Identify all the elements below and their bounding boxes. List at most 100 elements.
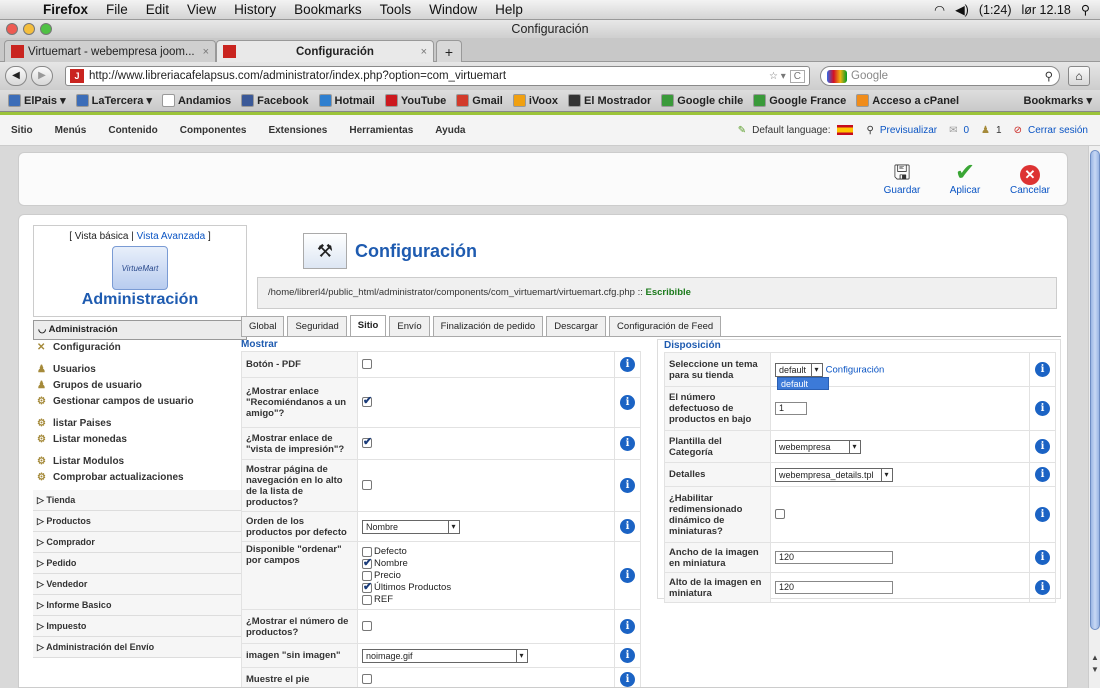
info-icon[interactable]: i <box>620 395 635 410</box>
menu-file[interactable]: File <box>97 2 137 17</box>
config-tab[interactable]: Seguridad <box>287 316 347 336</box>
bookmark-item[interactable]: Acceso a cPanel <box>856 94 959 107</box>
bookmark-star-icon[interactable]: ☆ ▾ <box>769 71 786 82</box>
footer-checkbox[interactable] <box>362 674 372 685</box>
forward-button[interactable]: ▶ <box>31 66 53 86</box>
bookmark-item[interactable]: YouTube <box>384 94 446 107</box>
sidebar-item[interactable]: ⚙ Listar monedas <box>33 432 247 448</box>
preview-link[interactable]: Previsualizar <box>880 125 937 136</box>
sidebar-item[interactable]: ✕ Configuración <box>33 340 247 356</box>
save-button[interactable]: 🖫 Guardar <box>877 161 927 196</box>
cattemplate-select[interactable]: webempresa <box>775 439 861 454</box>
menu-tools[interactable]: Tools <box>371 2 421 17</box>
thumbw-input[interactable]: 120 <box>775 551 893 564</box>
theme-dropdown-option[interactable]: default <box>777 377 829 390</box>
sidebar-item[interactable]: ⚙ Gestionar campos de usuario <box>33 394 247 410</box>
info-icon[interactable]: i <box>620 619 635 634</box>
search-icon[interactable]: ⚲ <box>1045 69 1053 83</box>
close-tab-icon[interactable]: × <box>203 46 209 58</box>
cancel-button[interactable]: ✕ Cancelar <box>1005 161 1055 196</box>
info-icon[interactable]: i <box>620 648 635 663</box>
view-basic-label[interactable]: [ Vista básica | <box>69 231 134 242</box>
menu-help[interactable]: Help <box>486 2 532 17</box>
menu-herramientas[interactable]: Herramientas <box>338 125 424 136</box>
navpage-checkbox[interactable] <box>362 480 372 491</box>
sidebar-category[interactable]: ▷ Informe Basico <box>33 595 247 616</box>
scrollbar-thumb[interactable] <box>1090 150 1100 630</box>
noimage-select[interactable]: noimage.gif <box>362 648 528 663</box>
config-tab[interactable]: Finalización de pedido <box>432 316 544 336</box>
menu-view[interactable]: View <box>178 2 225 17</box>
resize-checkbox[interactable] <box>775 509 785 520</box>
menu-contenido[interactable]: Contenido <box>97 125 168 136</box>
info-icon[interactable]: i <box>620 519 635 534</box>
bookmark-item[interactable]: Andamios <box>161 94 231 107</box>
sidebar-item[interactable]: ⚙ listar Paises <box>33 416 247 432</box>
page-scrollbar[interactable]: ▲ ▼ <box>1088 146 1100 688</box>
menu-ayuda[interactable]: Ayuda <box>424 125 476 136</box>
sidebar-item[interactable]: ♟ Grupos de usuario <box>33 378 247 394</box>
sidebar-category[interactable]: ▷ Administración del Envío <box>33 637 247 658</box>
back-button[interactable]: ◀ <box>5 66 27 86</box>
pdf-checkbox[interactable] <box>362 359 372 370</box>
url-bar[interactable]: J http://www.libreriacafelapsus.com/admi… <box>65 66 810 86</box>
bookmark-item[interactable]: Google France <box>753 94 846 107</box>
theme-select[interactable]: default <box>775 362 823 377</box>
print-checkbox[interactable] <box>362 435 372 449</box>
sidebar-item[interactable]: ⚙ Comprobar actualizaciones <box>33 470 247 486</box>
scroll-up-arrow[interactable]: ▲ <box>1089 652 1100 664</box>
search-input[interactable]: Google ⚲ <box>820 66 1060 86</box>
info-icon[interactable]: i <box>620 436 635 451</box>
home-button[interactable]: ⌂ <box>1068 66 1090 86</box>
sidebar-category[interactable]: ▷ Vendedor <box>33 574 247 595</box>
menu-extensiones[interactable]: Extensiones <box>257 125 338 136</box>
config-tab[interactable]: Envío <box>389 316 430 336</box>
bookmark-item[interactable]: Gmail <box>456 94 503 107</box>
bookmark-item[interactable]: El Mostrador <box>568 94 651 107</box>
apply-button[interactable]: ✔ Aplicar <box>940 161 990 197</box>
info-icon[interactable]: i <box>1035 580 1050 595</box>
reload-icon[interactable]: C <box>789 69 805 83</box>
menu-componentes[interactable]: Componentes <box>169 125 258 136</box>
info-icon[interactable]: i <box>620 672 635 687</box>
config-tab[interactable]: Descargar <box>546 316 607 336</box>
sidebar-category[interactable]: ▷ Pedido <box>33 553 247 574</box>
info-icon[interactable]: i <box>1035 550 1050 565</box>
config-tab[interactable]: Global <box>241 316 285 336</box>
config-tab[interactable]: Configuración de Feed <box>609 316 722 336</box>
tab-configuracion[interactable]: Configuración × <box>216 40 434 62</box>
bookmark-item[interactable]: Hotmail <box>318 94 375 107</box>
tab-virtuemart[interactable]: Virtuemart - webempresa joom... × <box>4 40 216 62</box>
close-tab-icon[interactable]: × <box>421 46 427 58</box>
wifi-icon[interactable]: ◠ <box>934 2 945 17</box>
sidebar-item[interactable]: ⚙ Listar Modulos <box>33 454 247 470</box>
spotlight-icon[interactable]: ⚲ <box>1081 2 1090 17</box>
sort-option-checkbox[interactable] <box>362 594 372 605</box>
clock[interactable]: lør 12.18 <box>1022 3 1071 17</box>
scroll-down-arrow[interactable]: ▼ <box>1089 664 1100 676</box>
sort-option-checkbox[interactable] <box>362 556 372 569</box>
info-icon[interactable]: i <box>1035 401 1050 416</box>
theme-config-link[interactable]: Configuración <box>826 364 885 375</box>
info-icon[interactable]: i <box>620 357 635 372</box>
order-select[interactable]: Nombre <box>362 519 460 534</box>
count-checkbox[interactable] <box>362 621 372 632</box>
info-icon[interactable]: i <box>620 478 635 493</box>
bookmark-item[interactable]: Facebook <box>241 94 309 107</box>
sidebar-header[interactable]: ◡ Administración <box>33 320 247 340</box>
view-advanced-link[interactable]: Vista Avanzada <box>137 231 206 242</box>
battery-status[interactable]: (1:24) <box>979 3 1012 17</box>
info-icon[interactable]: i <box>1035 439 1050 454</box>
sidebar-category[interactable]: ▷ Impuesto <box>33 616 247 637</box>
bookmark-item[interactable]: LaTercera ▾ <box>75 94 152 107</box>
menu-history[interactable]: History <box>225 2 285 17</box>
info-icon[interactable]: i <box>1035 362 1050 377</box>
volume-icon[interactable]: ◀) <box>955 2 969 17</box>
config-tab[interactable]: Sitio <box>349 315 387 336</box>
details-select[interactable]: webempresa_details.tpl <box>775 467 893 482</box>
menu-bookmarks[interactable]: Bookmarks <box>285 2 371 17</box>
thumbh-input[interactable]: 120 <box>775 581 893 594</box>
info-icon[interactable]: i <box>1035 467 1050 482</box>
sidebar-category[interactable]: ▷ Productos <box>33 511 247 532</box>
bookmark-item[interactable]: Google chile <box>661 94 743 107</box>
